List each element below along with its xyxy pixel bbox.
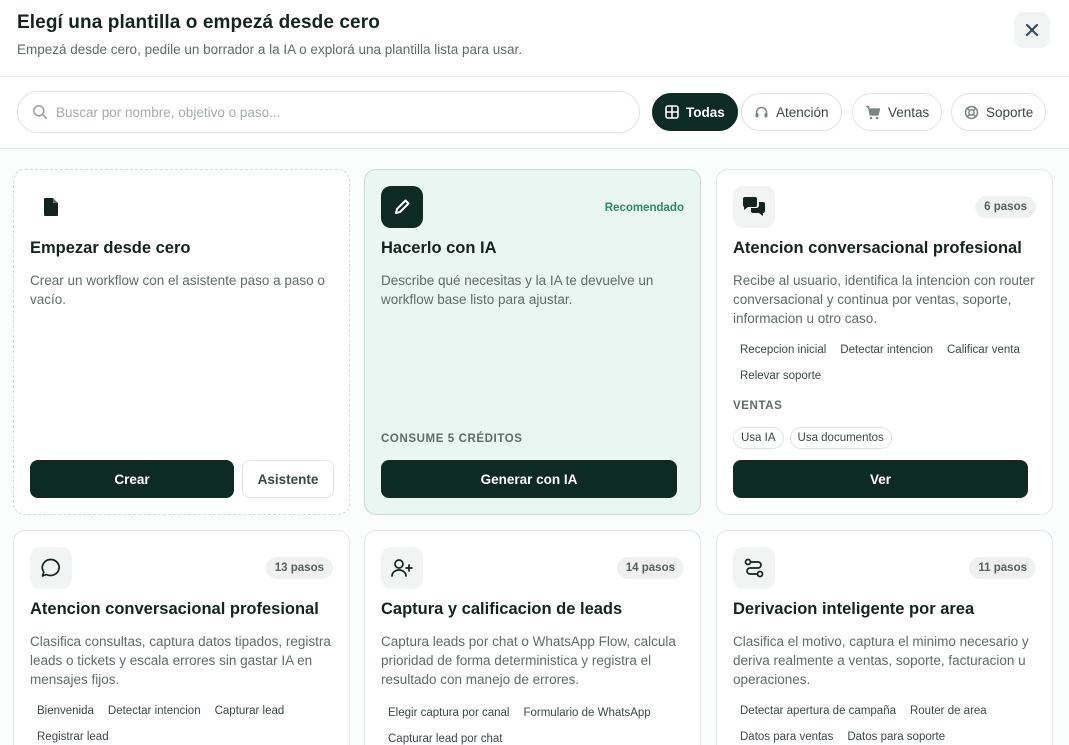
step-tags: Detectar apertura de campaña Router de a… xyxy=(733,700,1043,745)
recommended-badge: Recomendado xyxy=(604,202,684,214)
card-description: Captura leads por chat o WhatsApp Flow, … xyxy=(381,634,676,687)
card-icon-box xyxy=(30,186,72,228)
user-plus-icon xyxy=(391,559,413,577)
card-title: Atencion conversacional profesional xyxy=(733,239,1022,257)
close-button[interactable] xyxy=(1014,12,1050,48)
generate-ai-button[interactable]: Generar con IA xyxy=(381,460,677,498)
grid-icon xyxy=(665,105,679,119)
file-icon xyxy=(44,198,58,216)
steps-badge: 13 pasos xyxy=(265,557,333,579)
filter-chip-soporte[interactable]: Soporte xyxy=(951,93,1047,131)
filter-chip-label: Atención xyxy=(776,104,829,120)
step-tag: Calificar venta xyxy=(947,344,1020,356)
route-icon xyxy=(744,558,764,578)
steps-badge: 14 pasos xyxy=(616,557,684,579)
card-description: Recibe al usuario, identifica la intenci… xyxy=(733,273,1035,326)
step-tag: Relevar soporte xyxy=(740,370,822,382)
step-tag: Datos para soporte xyxy=(847,731,946,743)
card-description: Describe qué necesitas y la IA te devuel… xyxy=(381,273,654,307)
create-button[interactable]: Crear xyxy=(30,460,234,498)
step-tags: Bienvenida Detectar intencion Capturar l… xyxy=(30,700,340,745)
message-circle-icon xyxy=(41,558,60,577)
step-tag: Capturar lead por chat xyxy=(388,733,503,745)
headset-icon xyxy=(755,106,768,117)
assistant-button[interactable]: Asistente xyxy=(242,460,334,498)
filter-chip-ventas[interactable]: Ventas xyxy=(852,93,943,131)
card-template[interactable]: 6 pasos Atencion conversacional profesio… xyxy=(716,169,1053,515)
search-input[interactable] xyxy=(56,104,616,120)
close-icon xyxy=(1025,23,1039,37)
step-tag: Bienvenida xyxy=(37,705,94,717)
card-description: Crear un workflow con el asistente paso … xyxy=(30,273,325,307)
card-icon-box xyxy=(733,186,775,228)
step-tags: Elegir captura por canal Formulario de W… xyxy=(381,702,691,745)
steps-badge: 11 pasos xyxy=(969,557,1036,579)
step-tag: Datos para ventas xyxy=(740,731,834,743)
template-grid: Empezar desde cero Crear un workflow con… xyxy=(0,150,1069,745)
card-template[interactable]: 11 pasos Derivacion inteligente por area… xyxy=(716,530,1053,745)
card-icon-box xyxy=(733,547,775,589)
feature-tags: Usa IA Usa documentos xyxy=(733,427,1043,449)
search-box[interactable] xyxy=(17,91,640,133)
card-title: Captura y calificacion de leads xyxy=(381,600,623,618)
modal-title: Elegí una plantilla o empezá desde cero xyxy=(17,12,380,33)
modal-header: Elegí una plantilla o empezá desde cero … xyxy=(0,0,1069,77)
view-button[interactable]: Ver xyxy=(733,460,1028,498)
feature-tag: Usa IA xyxy=(733,427,784,449)
card-template[interactable]: 13 pasos Atencion conversacional profesi… xyxy=(13,530,350,745)
filter-chip-label: Todas xyxy=(686,104,725,120)
filter-chip-atencion[interactable]: Atención xyxy=(741,93,842,131)
step-tag: Elegir captura por canal xyxy=(388,707,510,719)
search-icon xyxy=(33,105,48,120)
filter-chip-label: Soporte xyxy=(986,104,1034,120)
card-icon-box xyxy=(381,547,423,589)
credits-label: CONSUME 5 CRÉDITOS xyxy=(381,433,523,445)
card-ai-generate: Recomendado Hacerlo con IA Describe qué … xyxy=(364,169,701,515)
card-title: Atencion conversacional profesional xyxy=(30,600,319,618)
step-tag: Detectar intencion xyxy=(107,705,201,717)
lifebuoy-icon xyxy=(964,105,979,119)
feature-tag: Usa documentos xyxy=(789,427,892,449)
step-tag: Recepcion inicial xyxy=(740,344,827,356)
filter-chip-label: Ventas xyxy=(888,104,930,120)
card-icon-box xyxy=(381,186,423,228)
step-tag: Formulario de WhatsApp xyxy=(523,707,651,719)
card-template[interactable]: 14 pasos Captura y calificacion de leads… xyxy=(364,530,701,745)
card-title: Derivacion inteligente por area xyxy=(733,600,975,618)
card-description: Clasifica el motivo, captura el minimo n… xyxy=(733,634,1029,687)
category-label: VENTAS xyxy=(733,400,783,412)
step-tag: Registrar lead xyxy=(37,731,109,743)
card-title: Hacerlo con IA xyxy=(381,239,497,257)
filter-chip-todas[interactable]: Todas xyxy=(652,93,738,131)
step-tags: Recepcion inicial Detectar intencion Cal… xyxy=(733,339,1043,387)
step-tag: Detectar apertura de campaña xyxy=(740,705,896,717)
step-tag: Capturar lead xyxy=(214,705,285,717)
cart-icon xyxy=(866,105,881,119)
toolbar: Todas Atención Ventas Soporte xyxy=(0,77,1069,149)
steps-badge: 6 pasos xyxy=(975,196,1036,218)
step-tag: Router de area xyxy=(909,705,987,717)
chat-bubbles-icon xyxy=(742,197,765,216)
step-tag: Detectar intencion xyxy=(840,344,933,356)
card-description: Clasifica consultas, captura datos tipad… xyxy=(30,634,331,687)
card-start-from-scratch: Empezar desde cero Crear un workflow con… xyxy=(13,169,350,515)
pencil-icon xyxy=(395,199,410,214)
modal-subtitle: Empezá desde cero, pedile un borrador a … xyxy=(17,42,523,57)
card-icon-box xyxy=(30,547,72,589)
card-title: Empezar desde cero xyxy=(30,239,191,257)
